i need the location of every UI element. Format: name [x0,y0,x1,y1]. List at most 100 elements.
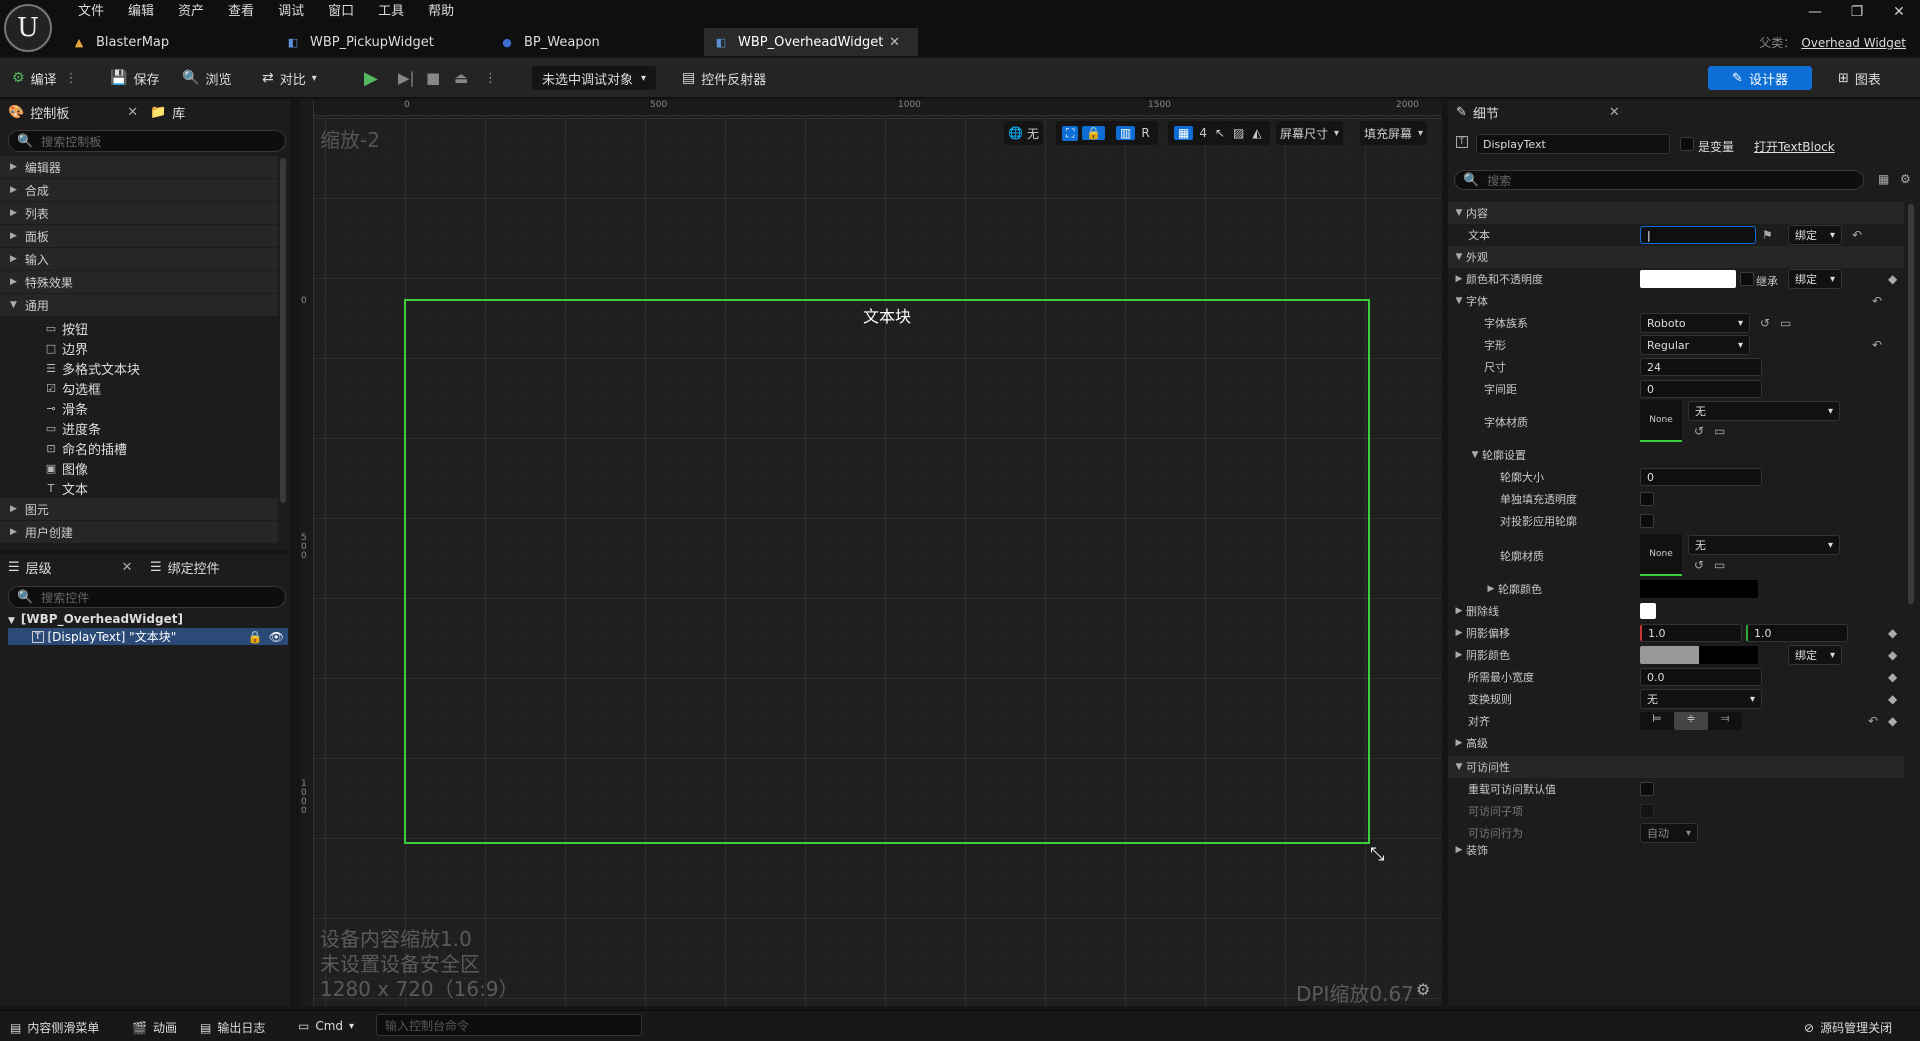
keyframe-diamond-icon[interactable]: ◆ [1888,272,1897,286]
apply-outline-shadow-checkbox[interactable] [1640,514,1654,528]
step-button[interactable]: ▶| [398,66,415,90]
palette-item-named-slot[interactable]: ⊡ 命名的插槽 [44,438,127,458]
reset-arrow-icon[interactable]: ↶ [1872,338,1882,352]
row-advanced[interactable]: ▶ 高级 [1448,732,1904,754]
open-textblock-link[interactable]: 打开TextBlock [1754,138,1835,155]
palette-item-text[interactable]: T 文本 [44,478,88,498]
reset-arrow-icon[interactable]: ↶ [1852,228,1862,242]
category-list[interactable]: ▶ 列表 [0,202,278,224]
hierarchy-search-input[interactable]: 🔍 搜索控件 [8,586,286,608]
category-special-effects[interactable]: ▶ 特殊效果 [0,271,278,293]
menu-debug[interactable]: 调试 [266,2,316,22]
image-preview-icon[interactable]: ▨ [1233,126,1244,140]
keyframe-diamond-icon[interactable]: ◆ [1888,648,1897,662]
screen-size-dropdown[interactable]: 屏幕尺寸 ▾ [1276,121,1344,145]
align-left-icon[interactable]: ⊨ [1640,712,1674,730]
folder-icon[interactable]: ▭ [1714,558,1725,572]
category-primitive[interactable]: ▶ 图元 [0,498,278,520]
section-appearance[interactable]: ▼ 外观 [1448,246,1904,268]
color-bind-dropdown[interactable]: 绑定 ▾ [1788,269,1842,289]
reset-arrow-icon[interactable]: ↶ [1868,714,1878,728]
keyframe-diamond-icon[interactable]: ◆ [1888,670,1897,684]
inherit-checkbox[interactable] [1740,272,1754,286]
hierarchy-root[interactable]: ▼ [WBP_OverheadWidget] [8,612,183,626]
browse-arrow-icon[interactable]: ↺ [1760,316,1770,330]
font-material-dropdown[interactable]: 无 ▾ [1688,401,1840,421]
outline-material-dropdown[interactable]: 无 ▾ [1688,535,1840,555]
outline-size-input[interactable]: 0 [1640,468,1762,486]
text-block-preview[interactable]: 文本块 [406,301,1368,327]
text-bind-dropdown[interactable]: 绑定 ▾ [1788,225,1842,245]
close-tab-icon[interactable]: ✕ [889,35,900,50]
separate-fill-alpha-checkbox[interactable] [1640,492,1654,506]
reset-arrow-icon[interactable]: ↶ [1872,294,1882,308]
restore-icon[interactable]: ❐ [1836,4,1878,20]
content-drawer-button[interactable]: ▤ 内容侧滑菜单 [10,1019,99,1036]
color-swatch[interactable] [1640,270,1736,288]
details-scrollbar[interactable] [1908,204,1914,604]
tab-blastermap[interactable]: ▲ BlasterMap [62,28,276,56]
category-editor[interactable]: ▶ 编辑器 [0,156,278,178]
console-command-input[interactable]: 输入控制台命令 [376,1014,642,1036]
cmd-dropdown[interactable]: ▭ Cmd ▾ [298,1019,354,1033]
folder-icon[interactable]: ▭ [1714,424,1725,438]
close-panel-icon[interactable]: ✕ [127,105,138,120]
shadow-color-swatch[interactable] [1640,646,1758,664]
outline-material-thumbnail[interactable]: None [1640,534,1682,576]
transform-policy-dropdown[interactable]: 无 ▾ [1640,689,1762,709]
play-button[interactable]: ▶ [364,66,378,90]
gear-icon[interactable]: ⚙ [1900,172,1911,186]
palette-scrollbar[interactable] [280,158,286,503]
widget-bounds[interactable]: 文本块 [404,299,1370,844]
table-view-icon[interactable]: ▦ [1878,172,1889,186]
palette-item-image[interactable]: ▣ 图像 [44,458,88,478]
shadow-offset-x-input[interactable]: 1.0 [1640,624,1742,642]
hierarchy-item-displaytext[interactable]: T [DisplayText] "文本块" 🔒 👁 [8,628,288,645]
strikethrough-swatch[interactable] [1640,603,1656,619]
debug-target-dropdown[interactable]: 未选中调试对象 ▾ [532,66,657,90]
hierarchy-tab[interactable]: ☰ 层级 ✕ [8,555,133,579]
compile-button[interactable]: ⚙ 编译 ⋮ [12,66,78,90]
output-log-button[interactable]: ▤ 输出日志 [200,1019,265,1036]
details-search-input[interactable]: 🔍 搜索 [1454,170,1864,190]
accessible-behavior-dropdown[interactable]: 自动 ▾ [1640,823,1698,843]
move-grid-icon[interactable]: ⛶ [1062,125,1079,141]
save-button[interactable]: 💾 保存 [110,66,159,90]
lock-icon[interactable]: 🔒 [248,630,263,644]
parent-class-link[interactable]: Overhead Widget [1801,36,1906,50]
layout-icon[interactable]: ▥ [1116,126,1136,140]
shadow-color-bind-dropdown[interactable]: 绑定 ▾ [1788,645,1842,665]
diff-button[interactable]: ⇄ 对比 ▾ [262,66,317,90]
close-window-icon[interactable]: ✕ [1878,4,1920,20]
text-value-input[interactable]: | [1640,226,1756,244]
palette-tab[interactable]: 🎨 控制板 ✕ [8,100,138,124]
align-right-icon[interactable]: ⫤ [1708,712,1742,730]
respect-locks-control[interactable]: ▥ R [1110,121,1158,145]
library-tab[interactable]: 📁 库 [150,100,185,124]
tab-bp-weapon[interactable]: ● BP_Weapon [490,28,704,56]
category-common[interactable]: ▼ 通用 [0,294,278,316]
animation-button[interactable]: 🎬 动画 [132,1019,177,1036]
row-font[interactable]: ▼ 字体 [1448,290,1904,312]
close-panel-icon[interactable]: ✕ [122,560,133,575]
category-input[interactable]: ▶ 输入 [0,248,278,270]
resize-handle-icon[interactable]: ⤡ [1370,844,1384,865]
section-accessibility[interactable]: ▼ 可访问性 [1448,756,1904,778]
palette-item-border[interactable]: □ 边界 [44,338,88,358]
menu-window[interactable]: 窗口 [316,2,366,22]
grid-snap-control[interactable]: ▦ 4 ↖ ▨ ◭ [1168,121,1270,145]
tab-wbp-pickupwidget[interactable]: ◧ WBP_PickupWidget [276,28,490,56]
play-options-button[interactable]: ⋮ [484,66,497,90]
browse-button[interactable]: 🔍 浏览 [182,66,231,90]
shadow-offset-y-input[interactable]: 1.0 [1746,624,1848,642]
tab-wbp-overheadwidget[interactable]: ◧ WBP_OverheadWidget ✕ [704,28,918,56]
menu-view[interactable]: 查看 [216,2,266,22]
localization-preview-control[interactable]: 🌐 无 [1004,121,1043,145]
eject-button[interactable]: ⏏ [454,66,468,90]
letter-spacing-input[interactable]: 0 [1640,380,1762,398]
stop-button[interactable]: ■ [426,66,440,90]
menu-asset[interactable]: 资产 [166,2,216,22]
palette-item-button[interactable]: ▭ 按钮 [44,318,88,338]
accessible-children-checkbox[interactable] [1640,804,1654,818]
font-size-input[interactable]: 24 [1640,358,1762,376]
